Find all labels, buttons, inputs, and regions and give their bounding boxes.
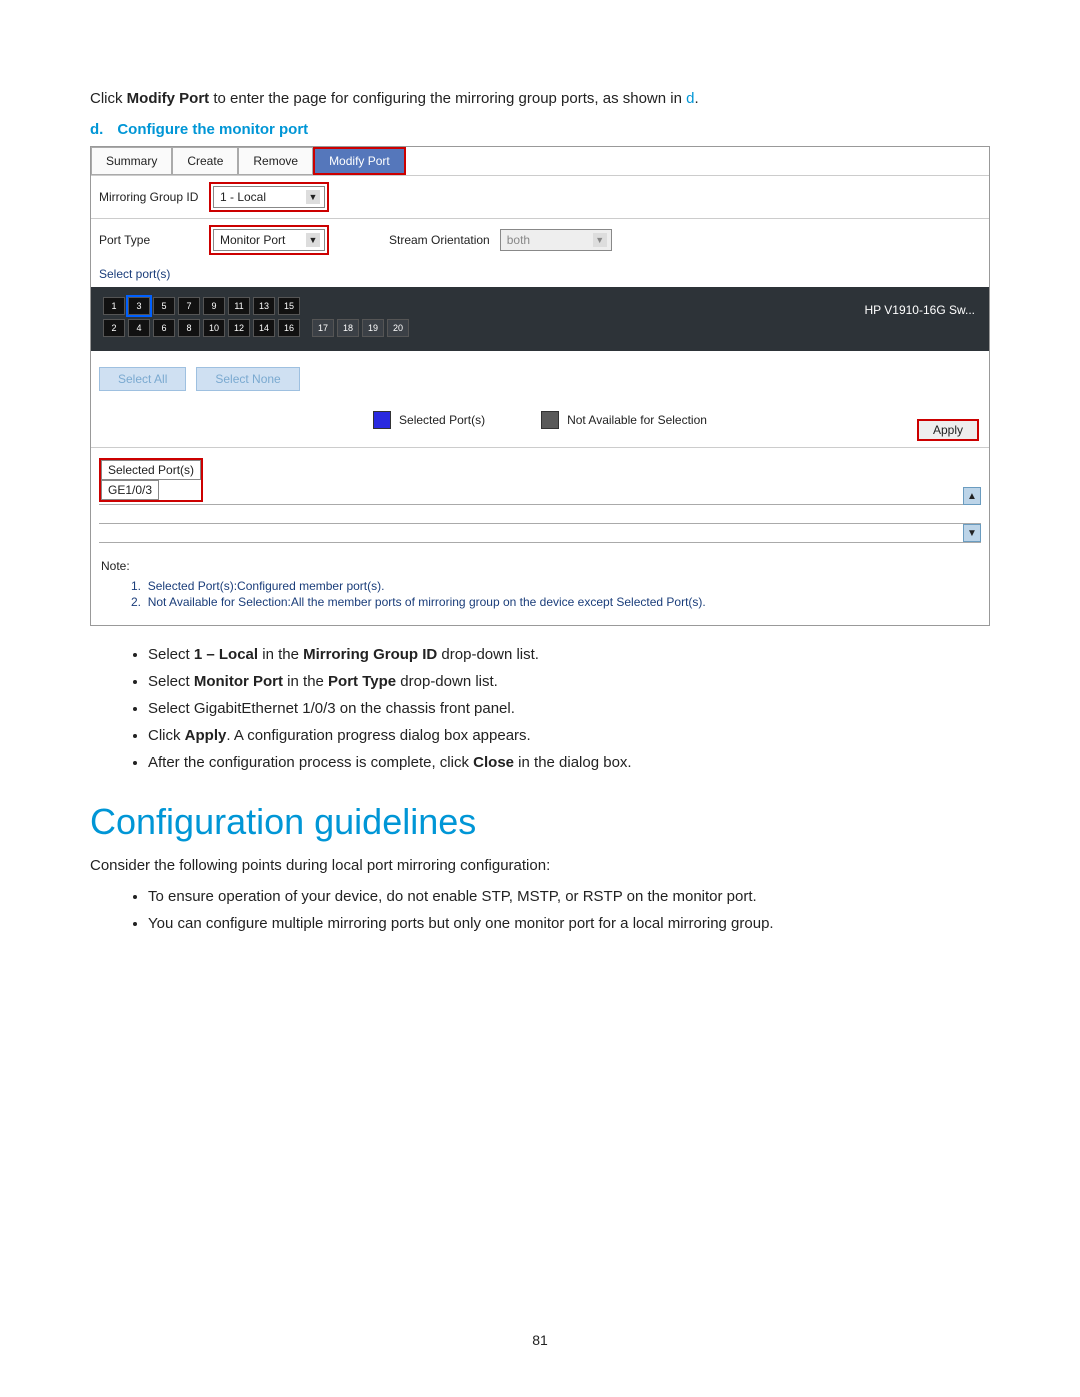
list-item: To ensure operation of your device, do n…	[148, 888, 990, 905]
port-20[interactable]: 20	[387, 319, 409, 337]
port-9[interactable]: 9	[203, 297, 225, 315]
port-5[interactable]: 5	[153, 297, 175, 315]
port-16[interactable]: 16	[278, 319, 300, 337]
selected-swatch	[373, 411, 391, 429]
list-item: Select Monitor Port in the Port Type dro…	[148, 673, 990, 690]
select-none-button[interactable]: Select None	[196, 367, 299, 391]
port-12[interactable]: 12	[228, 319, 250, 337]
selected-ports-value: GE1/0/3	[101, 480, 159, 500]
mirroring-group-select[interactable]: 1 - Local ▼	[213, 186, 325, 208]
port-1[interactable]: 1	[103, 297, 125, 315]
port-type-select[interactable]: Monitor Port ▼	[213, 229, 325, 251]
port-7[interactable]: 7	[178, 297, 200, 315]
guidelines-list: To ensure operation of your device, do n…	[90, 888, 990, 932]
tab-create[interactable]: Create	[172, 147, 238, 175]
port-8[interactable]: 8	[178, 319, 200, 337]
row-port-type: Port Type Monitor Port ▼ Stream Orientat…	[91, 218, 989, 261]
port-10[interactable]: 10	[203, 319, 225, 337]
list-item: Select 1 – Local in the Mirroring Group …	[148, 646, 990, 663]
chevron-down-icon: ▼	[306, 233, 320, 247]
step-heading: d.Configure the monitor port	[90, 121, 990, 138]
port-17[interactable]: 17	[312, 319, 334, 337]
guidelines-heading: Configuration guidelines	[90, 801, 990, 843]
guidelines-intro: Consider the following points during loc…	[90, 857, 990, 874]
scroll-up-icon[interactable]: ▲	[963, 487, 981, 505]
chevron-down-icon: ▼	[306, 190, 320, 204]
chevron-down-icon: ▼	[593, 233, 607, 247]
chassis-panel: HP V1910-16G Sw... 1 3 5 7 9 11 13 15 2 …	[91, 287, 989, 351]
instruction-list: Select 1 – Local in the Mirroring Group …	[90, 646, 990, 771]
tab-summary[interactable]: Summary	[91, 147, 172, 175]
row-mirroring-group: Mirroring Group ID 1 - Local ▼	[91, 175, 989, 218]
na-swatch	[541, 411, 559, 429]
tab-modify-port[interactable]: Modify Port	[313, 147, 406, 175]
port-19[interactable]: 19	[362, 319, 384, 337]
apply-button[interactable]: Apply	[917, 419, 979, 441]
tabs: Summary Create Remove Modify Port	[91, 147, 989, 175]
list-item: After the configuration process is compl…	[148, 754, 990, 771]
port-18[interactable]: 18	[337, 319, 359, 337]
scroll-down-icon[interactable]: ▼	[963, 524, 981, 542]
notes-block: Note: 1. Selected Port(s):Configured mem…	[91, 549, 989, 625]
port-11[interactable]: 11	[228, 297, 250, 315]
tab-remove[interactable]: Remove	[238, 147, 313, 175]
intro-text: Click Modify Port to enter the page for …	[90, 90, 990, 107]
port-15[interactable]: 15	[278, 297, 300, 315]
port-4[interactable]: 4	[128, 319, 150, 337]
list-item: You can configure multiple mirroring por…	[148, 915, 990, 932]
legend-row: Selected Port(s) Not Available for Selec…	[91, 407, 989, 447]
stream-orientation-select: both ▼	[500, 229, 612, 251]
screenshot-panel: Summary Create Remove Modify Port Mirror…	[90, 146, 990, 626]
port-14[interactable]: 14	[253, 319, 275, 337]
select-ports-label: Select port(s)	[91, 261, 989, 287]
select-all-button[interactable]: Select All	[99, 367, 186, 391]
port-3[interactable]: 3	[128, 297, 150, 315]
page-number: 81	[90, 1332, 990, 1348]
port-6[interactable]: 6	[153, 319, 175, 337]
list-item: Select GigabitEthernet 1/0/3 on the chas…	[148, 700, 990, 717]
selected-ports-header: Selected Port(s)	[101, 460, 201, 480]
list-item: Click Apply. A configuration progress di…	[148, 727, 990, 744]
device-name: HP V1910-16G Sw...	[864, 303, 975, 317]
port-2[interactable]: 2	[103, 319, 125, 337]
port-13[interactable]: 13	[253, 297, 275, 315]
